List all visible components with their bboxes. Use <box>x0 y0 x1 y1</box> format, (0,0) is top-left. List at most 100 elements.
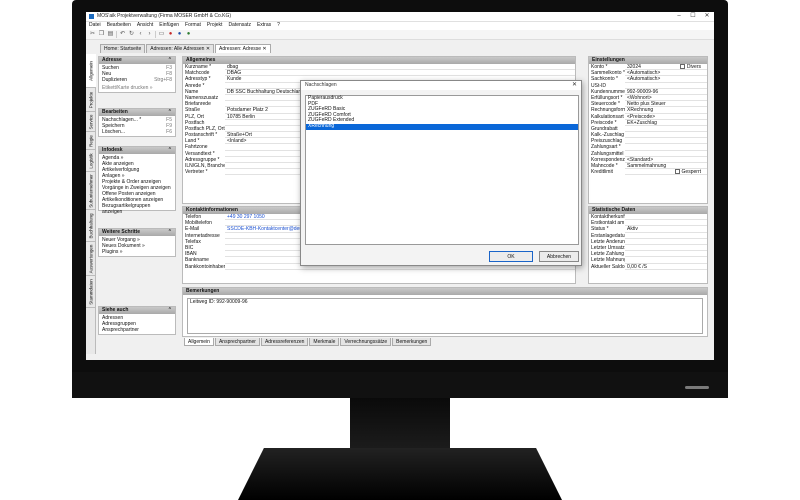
cut-icon[interactable]: ✂ <box>89 31 96 38</box>
field-value[interactable]: 32024 Divers <box>625 64 707 71</box>
checkbox-gesperrt[interactable]: Gesperrt <box>674 169 701 175</box>
chevron-up-icon[interactable]: ⌃ <box>168 57 172 64</box>
person-red-icon[interactable]: ● <box>167 31 174 38</box>
menu-item[interactable]: Ansicht <box>137 22 153 29</box>
detail-tabs: Allgemein Ansprechpartner Adressreferenzen… <box>184 338 432 346</box>
minimize-icon[interactable]: – <box>672 13 686 20</box>
panel-siehe-body: Adressen Adressgruppen Ansprechpartner <box>99 314 175 334</box>
sidebar-link[interactable]: Plugins » <box>102 249 172 255</box>
statistische-fields: Kontaktherkunft Erstkontakt am * Status * A… <box>589 214 707 270</box>
close-icon[interactable]: ✕ <box>700 13 714 20</box>
menu-item[interactable]: Bearbeiten <box>107 22 131 29</box>
module-tab-label: Service <box>88 113 94 130</box>
panel-siehe: Siehe auch ⌃ Adressen Adressgruppen Ansprec… <box>98 306 176 335</box>
section-bemerkungen-header: Bemerkungen <box>183 288 707 295</box>
section-allgemeines-header: Allgemeines <box>183 57 575 64</box>
chevron-up-icon[interactable]: ⌃ <box>168 307 172 314</box>
menu-item[interactable]: Datei <box>89 22 101 29</box>
panel-weitere-body: Neuer Vorgang » Neues Dokument » Plugins » <box>99 236 175 256</box>
panel-infodesk-header[interactable]: Infodesk ⌃ <box>99 147 175 154</box>
module-tab[interactable]: Allgemein <box>86 54 96 88</box>
field-label: Aktueller Saldo <box>591 263 625 270</box>
panel-bearbeiten-header[interactable]: Bearbeiten ⌃ <box>99 109 175 116</box>
print-label-link[interactable]: Etikett/Karte drucken » <box>102 85 172 91</box>
detail-tab[interactable]: Allgemein <box>184 338 214 346</box>
toolbar-separator <box>116 31 117 38</box>
menu-item[interactable]: ? <box>277 22 280 29</box>
field-label: Vertreter * <box>185 169 208 176</box>
menu-bar: Datei Bearbeiten Ansicht Einfügen Format Proj… <box>86 22 714 30</box>
dialog-titlebar: Nachschlagen ✕ <box>301 81 581 90</box>
module-tab[interactable]: Buchhaltung <box>86 210 96 242</box>
menu-item[interactable]: Extras <box>257 22 271 29</box>
field-label: Kreditlimit <box>591 169 613 176</box>
checkbox-box[interactable] <box>674 169 680 175</box>
bemerkungen-textarea[interactable]: Leitweg ID: 992-90009-96 <box>187 298 703 334</box>
action-label: Löschen... <box>102 129 126 135</box>
paste-icon[interactable]: ▤ <box>107 31 114 38</box>
panel-adresse-header[interactable]: Adresse ⌃ <box>99 57 175 64</box>
ok-button[interactable]: OK <box>489 251 533 262</box>
document-tab[interactable]: Adressen: Adresse ✕ <box>215 44 271 53</box>
chevron-up-icon[interactable]: ⌃ <box>168 229 172 236</box>
detail-tab[interactable]: Verrechnungssätze <box>340 338 392 346</box>
action-shortcut: Strg+F8 <box>154 77 172 83</box>
document-tabs: Home: Startseite Adressen: Alle Adressen … <box>100 44 271 53</box>
module-tab-label: Subunternehmer <box>88 173 94 208</box>
forward-icon[interactable]: › <box>146 31 153 38</box>
section-bemerkungen: Bemerkungen Leitweg ID: 992-90009-96 <box>182 287 708 337</box>
menu-item[interactable]: Einfügen <box>159 22 179 29</box>
maximize-icon[interactable]: ☐ <box>686 13 700 20</box>
module-tab-label: Allgemein <box>88 60 94 81</box>
module-tab[interactable]: Subunternehmer <box>86 172 96 210</box>
panel-siehe-header[interactable]: Siehe auch ⌃ <box>99 307 175 314</box>
undo-icon[interactable]: ↶ <box>119 31 126 38</box>
panel-weitere: Weitere Schritte ⌃ Neuer Vorgang » Neues D… <box>98 228 176 257</box>
module-tab[interactable]: Projekte <box>86 88 96 112</box>
refresh-icon[interactable]: ↻ <box>128 31 135 38</box>
menu-item[interactable]: Format <box>185 22 201 29</box>
detail-tab[interactable]: Merkmale <box>309 338 340 346</box>
module-tab-label: Regie <box>88 134 94 147</box>
chevron-up-icon[interactable]: ⌃ <box>168 147 172 154</box>
module-tab[interactable]: Auswertungen <box>86 242 96 276</box>
module-tab[interactable]: Stammdaten <box>86 276 96 308</box>
detail-tab[interactable]: Ansprechpartner <box>214 338 260 346</box>
checkbox-box[interactable] <box>679 64 685 70</box>
module-tabs: Allgemein Projekte Service Regie Logistik Sub… <box>86 54 96 354</box>
module-tab-label: Buchhaltung <box>88 212 94 239</box>
chevron-up-icon[interactable]: ⌃ <box>168 109 172 116</box>
field-value[interactable]: Gesperrt <box>625 169 707 176</box>
checkbox-divers[interactable]: Divers <box>679 64 701 70</box>
toolbar-separator <box>155 31 156 38</box>
panel-weitere-header[interactable]: Weitere Schritte ⌃ <box>99 229 175 236</box>
module-tab[interactable]: Logistik <box>86 150 96 172</box>
back-icon[interactable]: ‹ <box>137 31 144 38</box>
field-value[interactable]: 0,00 € /S <box>625 264 707 270</box>
action-shortcut: F6 <box>166 129 172 135</box>
sidebar-link[interactable]: Ansprechpartner <box>102 327 172 333</box>
task-sidebar: Adresse ⌃ Suchen F3 Neu F8 Duplizieren Strg+F8… <box>98 54 176 354</box>
sidebar-action[interactable]: Löschen... F6 <box>102 129 172 135</box>
cancel-button[interactable]: Abbrechen <box>539 251 579 262</box>
panel-infodesk: Infodesk ⌃ Agenda » Akte anzeigen Artikelve… <box>98 146 176 215</box>
document-icon[interactable]: ▭ <box>158 31 165 38</box>
person-blue-icon[interactable]: ● <box>176 31 183 38</box>
detail-tab[interactable]: Bemerkungen <box>392 338 432 346</box>
module-tab-label: Logistik <box>88 152 94 169</box>
menu-item[interactable]: Projekt <box>207 22 223 29</box>
document-tab[interactable]: Home: Startseite <box>100 44 146 53</box>
sidebar-action[interactable]: Duplizieren Strg+F8 <box>102 77 172 83</box>
module-tab[interactable]: Regie <box>86 132 96 150</box>
copy-icon[interactable]: ❐ <box>98 31 105 38</box>
menu-item[interactable]: Datensatz <box>228 22 251 29</box>
close-icon[interactable]: ✕ <box>572 81 577 90</box>
module-tab-label: Auswertungen <box>88 244 94 273</box>
person-green-icon[interactable]: ● <box>185 31 192 38</box>
module-tab[interactable]: Service <box>86 112 96 132</box>
form-row: Kreditlimit Gesperrt <box>589 169 707 176</box>
document-tab[interactable]: Adressen: Alle Adressen ✕ <box>146 44 215 53</box>
list-item[interactable]: XRechnung <box>306 123 578 130</box>
detail-tab[interactable]: Adressreferenzen <box>260 338 309 346</box>
sidebar-link[interactable]: Bezugsartikelgruppen anzeigen <box>102 203 172 215</box>
